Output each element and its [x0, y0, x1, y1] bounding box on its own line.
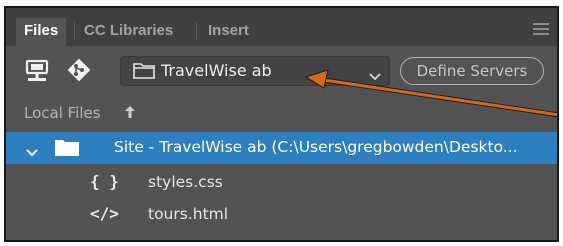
- tab-cc-libraries[interactable]: CC Libraries: [76, 18, 181, 46]
- html-file-icon: </>: [90, 204, 119, 223]
- tab-divider: [74, 22, 75, 40]
- panel-tab-bar: Files CC Libraries Insert: [6, 8, 557, 46]
- site-tree-row[interactable]: Site - TravelWise ab (C:\Users\gregbowde…: [6, 132, 557, 164]
- git-icon[interactable]: [66, 57, 92, 87]
- file-row[interactable]: </> tours.html: [6, 200, 557, 230]
- css-file-icon: { }: [90, 172, 119, 191]
- file-name: tours.html: [148, 205, 229, 223]
- folder-icon: [54, 139, 80, 161]
- tab-files[interactable]: Files: [16, 18, 67, 46]
- site-select-dropdown[interactable]: TravelWise ab: [120, 56, 390, 86]
- folder-icon: [133, 63, 155, 83]
- chevron-down-icon[interactable]: [26, 142, 38, 161]
- local-files-header[interactable]: Local Files: [24, 104, 101, 122]
- sort-up-arrow-icon[interactable]: [124, 104, 136, 123]
- site-select-value: TravelWise ab: [161, 61, 272, 80]
- panel-menu-icon[interactable]: [533, 23, 549, 35]
- file-row[interactable]: { } styles.css: [6, 168, 557, 198]
- files-panel: Files CC Libraries Insert TravelWise ab …: [4, 6, 559, 242]
- chevron-down-icon: [369, 66, 381, 85]
- file-name: styles.css: [148, 173, 223, 191]
- site-tree-label: Site - TravelWise ab (C:\Users\gregbowde…: [114, 138, 518, 156]
- monitor-connect-icon[interactable]: [24, 59, 50, 87]
- tab-divider: [196, 22, 197, 40]
- tab-insert[interactable]: Insert: [200, 18, 257, 46]
- define-servers-button[interactable]: Define Servers: [400, 57, 544, 85]
